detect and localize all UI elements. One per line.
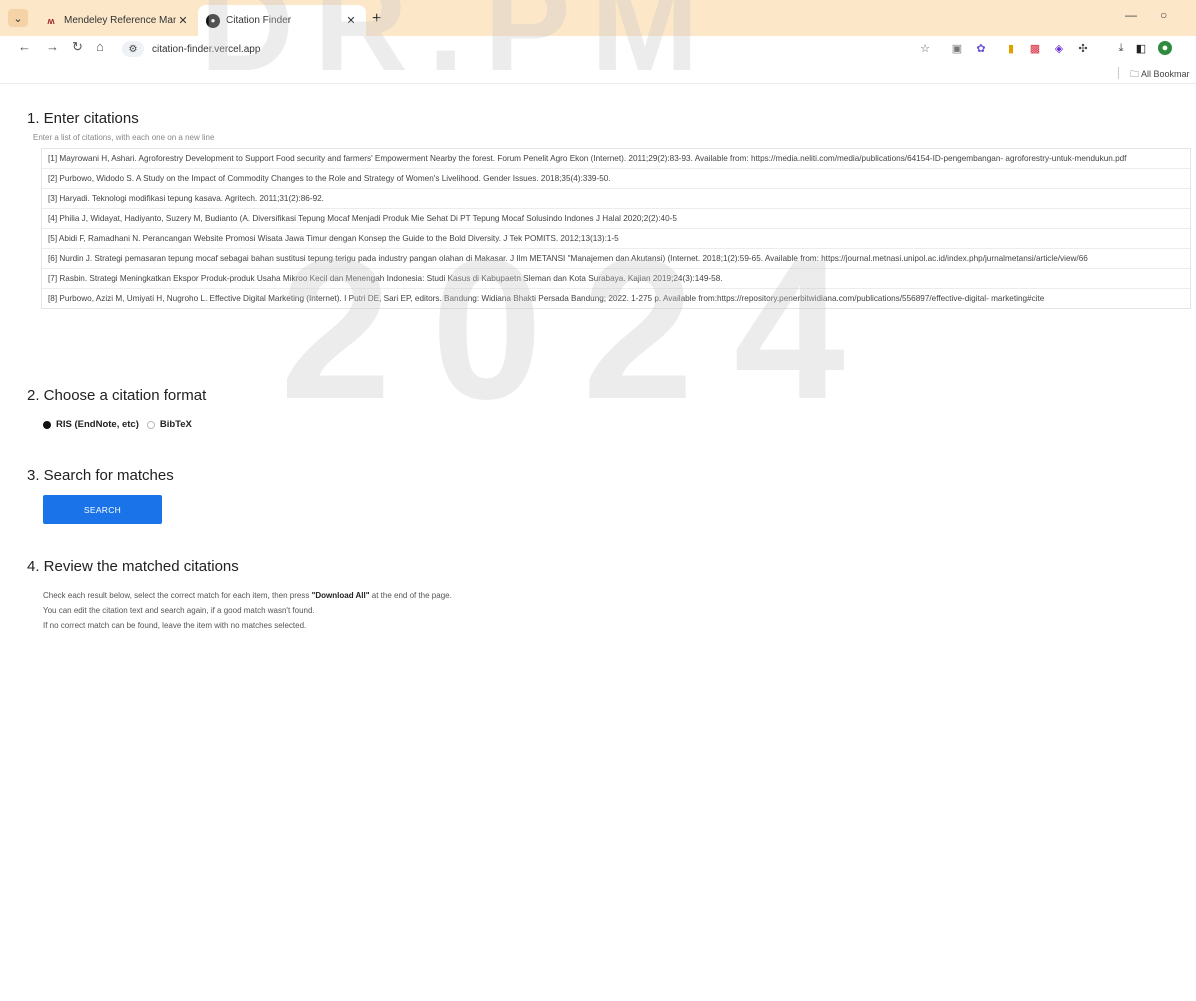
section-title-search: 3. Search for matches <box>27 467 174 484</box>
folder-icon: 🗀 <box>1130 69 1140 79</box>
tab-title: Mendeley Reference Manager <box>64 15 176 26</box>
profile-avatar-icon[interactable]: ● <box>1158 41 1172 55</box>
review-line-1: Check each result below, select the corr… <box>43 588 452 603</box>
review-line-1-post: at the end of the page. <box>369 591 452 600</box>
side-panel-icon[interactable]: ◧ <box>1134 41 1148 55</box>
new-tab-plus-icon[interactable]: + <box>372 10 381 28</box>
bookmark-star-icon[interactable]: ☆ <box>918 41 932 55</box>
citation-line: [8] Purbowo, Azizi M, Umiyati H, Nugroho… <box>48 294 1045 303</box>
citation-line: [4] Philia J, Widayat, Hadiyanto, Suzery… <box>42 209 1190 229</box>
citation-format-radio-group: RIS (EndNote, etc) BibTeX <box>43 419 200 430</box>
back-arrow-icon[interactable]: ← <box>18 39 31 54</box>
radio-label-bibtex: BibTeX <box>159 419 192 430</box>
extensions-menu-icon[interactable]: ✣ <box>1076 41 1090 55</box>
radio-selected-icon <box>43 420 51 429</box>
section-title-enter-citations: 1. Enter citations <box>27 110 139 127</box>
all-bookmarks-button[interactable]: 🗀 All Bookmar <box>1130 67 1190 83</box>
citation-line: [6] Nurdin J. Strategi pemasaran tepung … <box>42 249 1190 269</box>
search-button[interactable]: SEARCH <box>43 495 162 524</box>
citations-helper-text: Enter a list of citations, with each one… <box>33 133 215 142</box>
site-info-icon[interactable]: ⚙ <box>122 41 144 57</box>
radio-unselected-icon <box>146 420 155 429</box>
minimize-icon[interactable]: — <box>1125 8 1137 22</box>
reload-icon[interactable]: ↻ <box>72 39 83 55</box>
citation-line: [2] Purbowo, Widodo S. A Study on the Im… <box>42 169 1190 189</box>
url-text: citation-finder.vercel.app <box>152 43 261 55</box>
extension-puzzle-icon[interactable]: ✿ <box>974 41 988 55</box>
bookmarks-separator <box>1118 67 1119 79</box>
extension-badge-icon[interactable]: ▮ <box>1004 41 1018 55</box>
review-instructions: Check each result below, select the corr… <box>43 588 452 633</box>
tab-search-chevron-icon[interactable]: ⌄ <box>8 9 28 27</box>
tab-title: Citation Finder <box>226 15 292 26</box>
tab-citation-finder[interactable]: ● Citation Finder ✕ <box>198 5 366 36</box>
close-tab-icon[interactable]: ✕ <box>344 14 358 27</box>
citation-line: [3] Haryadi. Teknologi modifikasi tepung… <box>42 189 1190 209</box>
close-tab-icon[interactable]: ✕ <box>176 14 190 27</box>
extension-red-icon[interactable]: ▩ <box>1028 41 1042 55</box>
citation-line: [7] Rasbin. Strategi Meningkatkan Ekspor… <box>42 269 1190 289</box>
address-bar[interactable]: ⚙ citation-finder.vercel.app <box>118 38 918 60</box>
home-icon[interactable]: ⌂ <box>96 39 104 54</box>
radio-ris[interactable]: RIS (EndNote, etc) <box>43 419 139 430</box>
all-bookmarks-label: All Bookmar <box>1141 69 1190 79</box>
citation-finder-icon: ● <box>206 13 220 28</box>
review-line-2: You can edit the citation text and searc… <box>43 606 315 615</box>
review-line-3: If no correct match can be found, leave … <box>43 621 307 630</box>
radio-label-ris: RIS (EndNote, etc) <box>56 419 139 430</box>
download-icon[interactable]: ⤓ <box>1114 41 1128 55</box>
radio-bibtex[interactable]: BibTeX <box>146 419 192 430</box>
tab-mendeley[interactable]: ʍ Mendeley Reference Manager ✕ <box>36 5 198 36</box>
browser-tab-strip: ⌄ ʍ Mendeley Reference Manager ✕ ● Citat… <box>0 0 1196 36</box>
download-all-emphasis: "Download All" <box>311 591 370 600</box>
extension-icon[interactable]: ▣ <box>950 41 964 55</box>
browser-toolbar: ← → ↻ ⌂ ⚙ citation-finder.vercel.app ☆ ▣… <box>0 36 1196 62</box>
section-title-citation-format: 2. Choose a citation format <box>27 387 207 404</box>
citation-line: [5] Abidi F, Ramadhani N. Perancangan We… <box>42 229 1190 249</box>
citations-textarea[interactable]: [1] Mayrowani H, Ashari. Agroforestry De… <box>41 148 1191 309</box>
section-title-review: 4. Review the matched citations <box>27 558 239 575</box>
extension-purple-icon[interactable]: ◈ <box>1052 41 1066 55</box>
mendeley-icon: ʍ <box>47 15 55 26</box>
restore-icon[interactable]: ○ <box>1160 8 1167 22</box>
citation-line: [1] Mayrowani H, Ashari. Agroforestry De… <box>42 149 1190 169</box>
forward-arrow-icon[interactable]: → <box>46 39 59 54</box>
bookmarks-bar: 🗀 All Bookmar <box>0 62 1196 84</box>
review-line-1-pre: Check each result below, select the corr… <box>43 591 312 600</box>
